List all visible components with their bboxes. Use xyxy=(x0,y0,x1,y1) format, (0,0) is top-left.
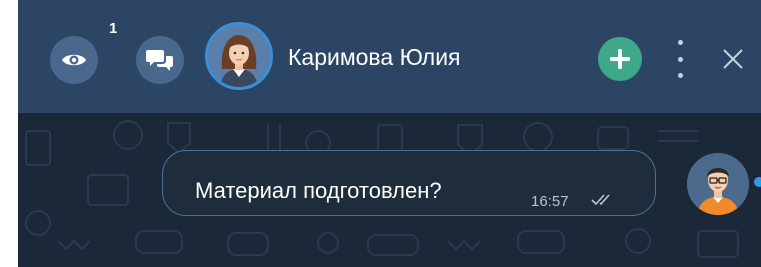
close-icon[interactable] xyxy=(722,48,744,70)
watch-button[interactable] xyxy=(50,36,98,84)
plus-icon xyxy=(610,49,630,69)
add-button[interactable] xyxy=(598,37,642,81)
online-indicator xyxy=(754,177,761,187)
watchers-counter: 1 xyxy=(109,20,118,37)
dot xyxy=(677,73,683,78)
dot xyxy=(677,40,683,45)
chat-bubbles-icon xyxy=(146,50,173,71)
dot xyxy=(677,56,683,62)
man-avatar-icon xyxy=(687,153,749,215)
contact-avatar[interactable] xyxy=(205,22,273,90)
message-time: 16:57 xyxy=(531,193,569,210)
double-check-icon xyxy=(591,194,610,206)
sender-avatar[interactable] xyxy=(687,153,749,215)
chat-window: 1 Каримова Юлия Материал подготовлен? 16… xyxy=(18,0,761,267)
woman-avatar-icon xyxy=(208,25,270,87)
message-text: Материал подготовлен? xyxy=(195,178,442,203)
contact-name[interactable]: Каримова Юлия xyxy=(288,44,461,71)
chat-area: Материал подготовлен? 16:57 xyxy=(18,113,761,267)
chats-button[interactable] xyxy=(136,36,184,84)
eye-icon xyxy=(62,54,86,66)
more-vertical-icon[interactable] xyxy=(670,40,690,78)
chat-header: 1 Каримова Юлия xyxy=(18,0,761,113)
message-bubble[interactable]: Материал подготовлен? 16:57 xyxy=(162,150,656,216)
